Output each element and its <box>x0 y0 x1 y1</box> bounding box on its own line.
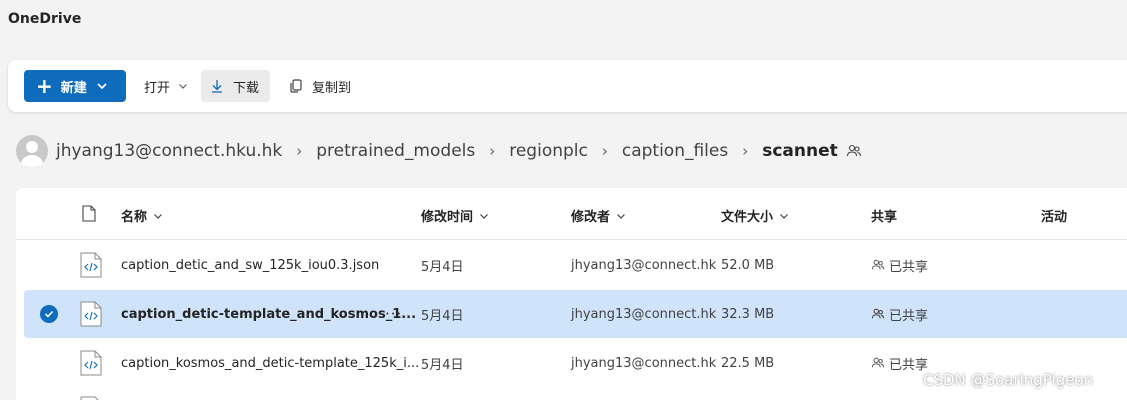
more-options-icon[interactable]: ··· <box>385 290 402 338</box>
chevron-down-icon <box>480 213 488 219</box>
column-header-modified-by-label: 修改者 <box>571 210 611 225</box>
file-name[interactable]: caption_detic-template_and_kosmos_1... <box>121 290 416 338</box>
file-modified: 5月4日 <box>421 357 464 373</box>
file-size: 22.5 MB <box>721 355 775 371</box>
file-sharing: 已共享 <box>871 241 928 289</box>
column-header-activity[interactable]: 活动 <box>1041 206 1067 225</box>
column-header-size[interactable]: 文件大小 <box>721 206 789 225</box>
shared-people-icon <box>871 259 885 270</box>
breadcrumb-item-pretrained-models[interactable]: pretrained_models <box>316 141 475 161</box>
column-header-sharing-label: 共享 <box>871 210 898 225</box>
new-button[interactable]: + 新建 <box>24 70 126 102</box>
file-icon-partial <box>80 396 99 400</box>
column-header-name-label: 名称 <box>121 210 148 225</box>
code-file-icon <box>80 350 102 376</box>
app-title: OneDrive <box>8 11 82 27</box>
file-modified-by: jhyang13@connect.hk <box>571 306 717 322</box>
file-row[interactable]: caption_detic_and_sw_125k_iou0.3.json 5月… <box>24 241 1127 289</box>
chevron-right-icon: › <box>489 142 496 160</box>
column-header-modified-by[interactable]: 修改者 <box>571 206 626 225</box>
file-type-icon <box>82 205 96 222</box>
plus-icon: + <box>36 74 53 98</box>
open-button[interactable]: 打开 <box>136 70 196 102</box>
code-file-icon <box>80 252 102 278</box>
column-header-sharing[interactable]: 共享 <box>871 206 897 225</box>
file-sharing-label: 已共享 <box>889 259 929 275</box>
chevron-down-icon <box>154 213 162 219</box>
breadcrumb: jhyang13@connect.hku.hk › pretrained_mod… <box>16 134 862 168</box>
breadcrumb-item-regionplc[interactable]: regionplc <box>509 141 588 161</box>
chevron-right-icon: › <box>601 142 608 160</box>
file-name[interactable]: caption_kosmos_and_detic-template_125k_i… <box>121 339 419 387</box>
breadcrumb-current-folder: scannet <box>762 141 838 161</box>
shared-people-icon[interactable] <box>846 143 862 159</box>
row-checkbox[interactable] <box>40 290 58 338</box>
file-sharing-label: 已共享 <box>889 357 929 373</box>
file-list-header: 名称 修改时间 修改者 文件大小 共享 活动 <box>16 188 1127 240</box>
file-modified-by: jhyang13@connect.hk <box>571 257 717 273</box>
file-row-selected[interactable]: caption_detic-template_and_kosmos_1... ·… <box>24 290 1127 338</box>
checkmark-icon <box>40 305 58 323</box>
file-size: 52.0 MB <box>721 257 775 273</box>
file-modified: 5月4日 <box>421 308 464 324</box>
chevron-down-icon <box>97 83 107 90</box>
command-bar: + 新建 打开 下载 复制到 <box>8 60 1127 112</box>
file-modified: 5月4日 <box>421 259 464 275</box>
column-header-size-label: 文件大小 <box>721 210 774 225</box>
chevron-right-icon: › <box>742 142 749 160</box>
file-sharing-label: 已共享 <box>889 308 929 324</box>
download-icon <box>212 80 222 93</box>
file-list: 名称 修改时间 修改者 文件大小 共享 活动 caption_detic_and… <box>16 188 1127 400</box>
download-button[interactable]: 下载 <box>201 70 270 102</box>
file-size: 32.3 MB <box>721 306 775 322</box>
copy-to-button-label: 复制到 <box>312 80 352 96</box>
file-sharing: 已共享 <box>871 339 928 387</box>
file-name[interactable]: caption_detic_and_sw_125k_iou0.3.json <box>121 241 379 289</box>
file-sharing: 已共享 <box>871 290 928 338</box>
shared-people-icon <box>871 308 885 319</box>
chevron-down-icon <box>617 213 625 219</box>
shared-people-icon <box>871 357 885 368</box>
chevron-down-icon <box>179 84 187 89</box>
code-file-icon <box>80 301 102 327</box>
file-modified-by: jhyang13@connect.hk <box>571 355 717 371</box>
chevron-right-icon: › <box>296 142 303 160</box>
breadcrumb-item-caption-files[interactable]: caption_files <box>622 141 728 161</box>
new-button-label: 新建 <box>60 80 87 96</box>
column-header-name[interactable]: 名称 <box>121 206 163 225</box>
open-button-label: 打开 <box>144 80 171 96</box>
breadcrumb-item-account[interactable]: jhyang13@connect.hku.hk <box>56 141 282 161</box>
chevron-down-icon <box>780 213 788 219</box>
watermark: CSDN @SoaringPigeon <box>923 371 1094 389</box>
copy-icon <box>290 79 302 93</box>
column-header-modified-label: 修改时间 <box>421 210 474 225</box>
column-header-activity-label: 活动 <box>1041 210 1068 225</box>
copy-to-button[interactable]: 复制到 <box>280 70 359 102</box>
avatar <box>16 135 48 167</box>
download-button-label: 下载 <box>233 80 260 96</box>
column-header-modified[interactable]: 修改时间 <box>421 206 489 225</box>
